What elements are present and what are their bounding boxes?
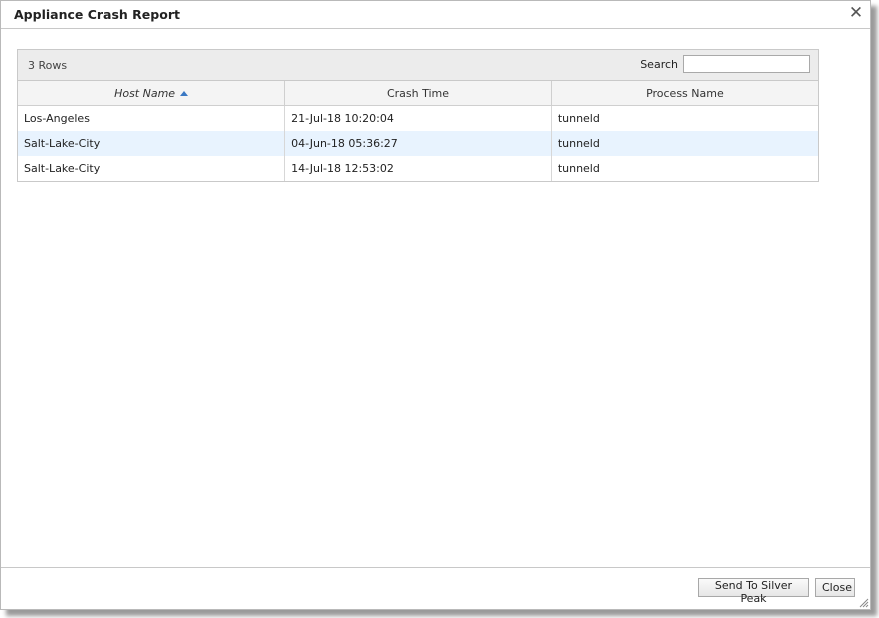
search-input[interactable] (683, 55, 810, 73)
table-row[interactable]: Salt-Lake-City 14-Jul-18 12:53:02 tunnel… (18, 156, 818, 181)
cell-host-name: Salt-Lake-City (18, 131, 286, 156)
cell-host-name: Salt-Lake-City (18, 156, 286, 181)
row-count: 3 Rows (28, 59, 68, 72)
crash-table: Host Name Crash Time Process Name Los-An… (18, 81, 818, 181)
column-header-label: Host Name (114, 86, 176, 100)
search-label: Search (640, 58, 678, 71)
column-header-label: Crash Time (386, 86, 450, 100)
table-row[interactable]: Salt-Lake-City 04-Jun-18 05:36:27 tunnel… (18, 131, 818, 156)
header-row: Host Name Crash Time Process Name (18, 81, 818, 106)
cell-crash-time: 04-Jun-18 05:36:27 (284, 131, 552, 156)
cell-process-name: tunneld (557, 112, 600, 125)
dialog-content: 3 Rows Search Host Name Crash Time Proce… (1, 29, 870, 568)
column-header-crash-time[interactable]: Crash Time (284, 81, 552, 106)
cell-crash-time: 14-Jul-18 12:53:02 (284, 156, 552, 181)
close-button[interactable]: Close (815, 578, 855, 597)
crash-grid: 3 Rows Search Host Name Crash Time Proce… (17, 49, 819, 182)
grid-toolbar: 3 Rows Search (18, 50, 818, 81)
dialog-titlebar: Appliance Crash Report ✕ (1, 1, 870, 29)
column-header-host-name[interactable]: Host Name (18, 81, 286, 106)
cell-process-name: tunneld (551, 131, 818, 156)
cell-crash-time: 21-Jul-18 10:20:04 (284, 105, 552, 131)
sort-ascending-icon (180, 91, 189, 96)
send-to-silver-peak-button[interactable]: Send To Silver Peak (698, 578, 809, 605)
column-header-label: Process Name (646, 86, 724, 100)
dialog-footer: Send To Silver Peak Close (1, 567, 870, 609)
resize-grip-icon[interactable] (858, 597, 869, 608)
column-header-process-name[interactable]: Process Name (551, 81, 818, 106)
cell-process-name: tunneld (557, 162, 600, 175)
crash-report-dialog: Appliance Crash Report ✕ 3 Rows Search H… (0, 0, 871, 610)
cell-host-name: Los-Angeles (18, 105, 286, 131)
close-icon[interactable]: ✕ (848, 5, 864, 22)
table-row[interactable]: Los-Angeles 21-Jul-18 10:20:04 tunneld (18, 105, 818, 131)
dialog-title: Appliance Crash Report (14, 7, 180, 22)
